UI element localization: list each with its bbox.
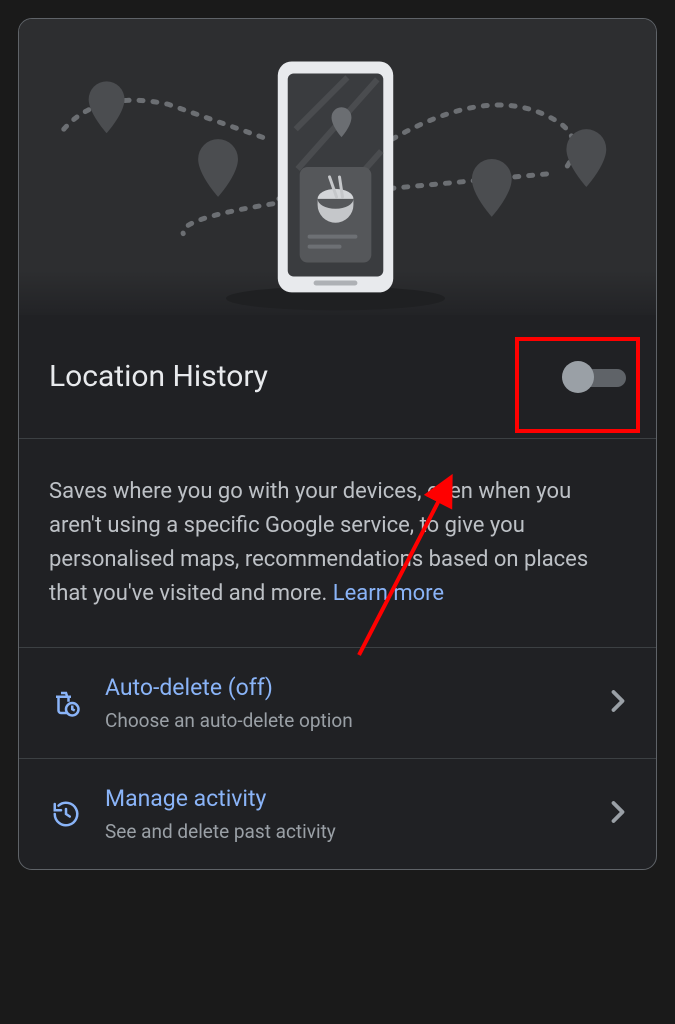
location-history-toggle[interactable] bbox=[564, 365, 626, 389]
auto-delete-icon bbox=[49, 688, 83, 718]
location-history-toggle-row: Location History bbox=[19, 315, 656, 439]
auto-delete-item[interactable]: Auto-delete (off) Choose an auto-delete … bbox=[19, 648, 656, 759]
toggle-title: Location History bbox=[49, 359, 268, 394]
item-title: Manage activity bbox=[105, 785, 588, 812]
item-subtitle: Choose an auto-delete option bbox=[105, 709, 588, 732]
description-section: Saves where you go with your devices, ev… bbox=[19, 439, 656, 648]
manage-activity-item[interactable]: Manage activity See and delete past acti… bbox=[19, 759, 656, 869]
description-text: Saves where you go with your devices, ev… bbox=[49, 479, 588, 606]
learn-more-link[interactable]: Learn more bbox=[333, 581, 444, 606]
location-history-card: Location History Saves where you go with… bbox=[18, 18, 657, 870]
chevron-right-icon bbox=[610, 800, 626, 828]
item-title: Auto-delete (off) bbox=[105, 674, 588, 701]
chevron-right-icon bbox=[610, 689, 626, 717]
history-icon bbox=[49, 799, 83, 829]
hero-illustration bbox=[19, 19, 656, 315]
item-subtitle: See and delete past activity bbox=[105, 820, 588, 843]
